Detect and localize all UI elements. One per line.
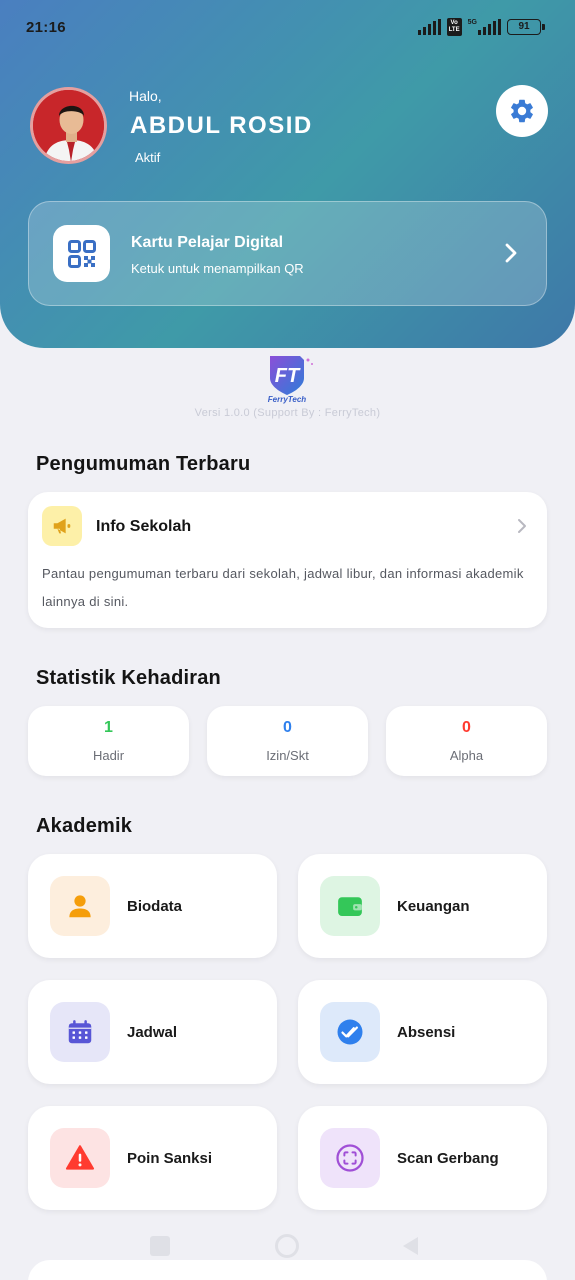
check-badge-icon (337, 1019, 363, 1045)
calendar-icon-box (50, 1002, 110, 1062)
stat-label: Hadir (92, 748, 125, 763)
stat-label: Alpha (449, 748, 484, 763)
menu-label: Keuangan (397, 898, 470, 915)
scan-icon-box (320, 1128, 380, 1188)
warning-icon (65, 1145, 95, 1170)
volte-badge: Vo LTE (446, 18, 462, 36)
menu-label: Scan Gerbang (397, 1150, 499, 1167)
stat-value: 0 (462, 719, 471, 736)
back-button[interactable] (400, 1235, 420, 1257)
ferrytech-logo: FT FerryTech (258, 352, 318, 404)
stat-value: 0 (283, 719, 292, 736)
warning-icon-box (50, 1128, 110, 1188)
student-name: ABDUL ROSID (130, 112, 313, 139)
status-time: 21:16 (26, 19, 66, 36)
stat-value: 1 (104, 719, 113, 736)
greeting-text: Halo, (129, 88, 162, 104)
battery-icon: 91 (507, 19, 545, 35)
info-card-description: Pantau pengumuman terbaru dari sekolah, … (42, 566, 524, 609)
signal-icon (417, 19, 441, 35)
school-info-card[interactable]: Info Sekolah Pantau pengumuman terbaru d… (28, 492, 547, 628)
menu-keuangan[interactable]: Keuangan (298, 854, 547, 958)
home-button[interactable] (275, 1234, 299, 1258)
megaphone-icon-box (42, 506, 82, 546)
menu-jadwal[interactable]: Jadwal (28, 980, 277, 1084)
announcements-title: Pengumuman Terbaru (36, 453, 251, 475)
signal-icon-2 (478, 19, 501, 35)
gear-icon (511, 99, 533, 123)
person-icon (69, 895, 91, 918)
avatar[interactable] (30, 87, 107, 164)
calendar-icon (68, 1020, 92, 1044)
menu-absensi[interactable]: Absensi (298, 980, 547, 1084)
qr-icon-box (53, 225, 110, 282)
person-icon-box (50, 876, 110, 936)
svg-text:FerryTech: FerryTech (268, 395, 307, 404)
stat-hadir[interactable]: 1 Hadir (28, 706, 189, 776)
ferrytech-logo-icon: FT FerryTech (268, 356, 313, 404)
scan-icon (336, 1144, 364, 1172)
menu-label: Biodata (127, 898, 183, 915)
system-nav-bar (0, 1228, 575, 1264)
info-card-title: Info Sekolah (96, 518, 192, 535)
menu-biodata[interactable]: Biodata (28, 854, 277, 958)
stat-alpha[interactable]: 0 Alpha (386, 706, 547, 776)
qr-card-subtitle: Ketuk untuk menampilkan QR (131, 261, 304, 276)
settings-button[interactable] (496, 85, 548, 137)
app-version: Versi 1.0.0 (Support By : FerryTech) (194, 407, 381, 419)
check-badge-icon-box (320, 1002, 380, 1062)
wallet-icon-box (320, 876, 380, 936)
stat-label: Izin/Skt (266, 748, 309, 763)
chevron-right-icon (518, 519, 526, 533)
digital-student-card[interactable]: Kartu Pelajar Digital Ketuk untuk menamp… (28, 201, 547, 306)
megaphone-icon (53, 518, 71, 534)
menu-label: Absensi (397, 1024, 456, 1041)
menu-label: Jadwal (127, 1024, 178, 1041)
status-icons: Vo LTE 5G 91 (417, 18, 545, 36)
bottom-card-peek (28, 1260, 547, 1280)
qr-code-icon (67, 239, 96, 268)
chevron-right-icon (505, 243, 517, 263)
attendance-title: Statistik Kehadiran (36, 667, 221, 689)
student-status: Aktif (135, 150, 161, 165)
academic-title: Akademik (36, 815, 133, 837)
menu-poin-sanksi[interactable]: Poin Sanksi (28, 1106, 277, 1210)
qr-card-title: Kartu Pelajar Digital (131, 234, 284, 251)
stat-izin[interactable]: 0 Izin/Skt (207, 706, 368, 776)
menu-label: Poin Sanksi (127, 1150, 213, 1167)
status-bar: 21:16 Vo LTE 5G 91 (0, 0, 575, 56)
svg-text:FT: FT (275, 365, 301, 387)
wallet-icon (338, 897, 362, 916)
network-type-badge: 5G (467, 19, 477, 26)
menu-scan-gerbang[interactable]: Scan Gerbang (298, 1106, 547, 1210)
recent-apps-button[interactable] (150, 1236, 170, 1256)
battery-level: 91 (518, 21, 530, 32)
